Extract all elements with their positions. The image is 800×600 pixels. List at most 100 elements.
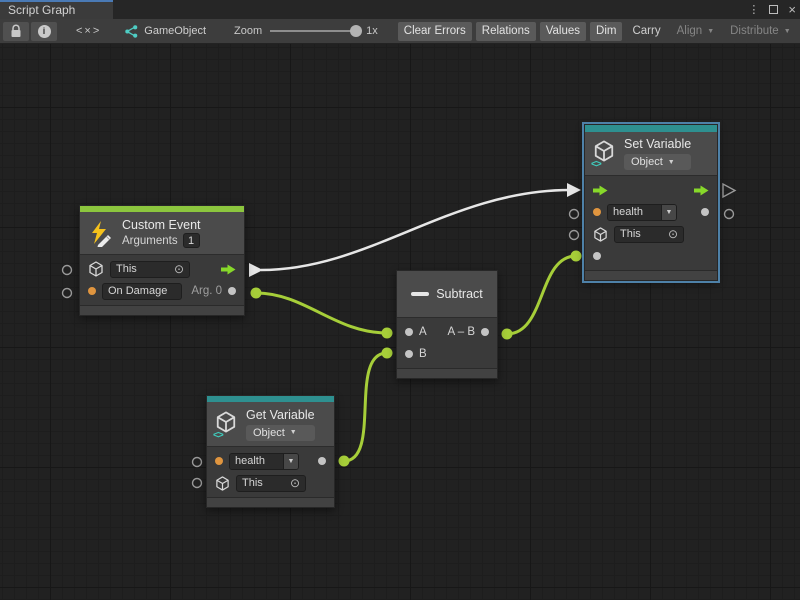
event-name-field[interactable]: On Damage [102,283,182,300]
scope-value: Object [631,156,663,168]
node-footer [207,497,334,507]
port-row-a: A A – B [397,321,497,343]
clear-errors-button[interactable]: Clear Errors [398,22,472,41]
distribute-label: Distribute [730,25,779,37]
gameobject-label: GameObject [144,25,206,37]
zoom-slider-knob[interactable] [350,25,362,37]
graph-toolbar: i <×> GameObject Zoom 1x Clear Errors Re… [0,19,800,44]
target-object-field[interactable]: This ⊙ [110,261,190,278]
chevron-down-icon: ▼ [283,454,298,469]
port-row-target: This ⊙ [585,223,717,245]
input-a-dot[interactable] [405,328,413,336]
subtract-icon [411,292,429,296]
event-name-value: On Damage [108,285,167,297]
arg0-port-label: Arg. 0 [191,285,222,297]
node-header[interactable]: Custom Event Arguments 1 [80,212,244,254]
variable-scope-dropdown[interactable]: Object ▼ [246,425,315,441]
zoom-label: Zoom [234,25,262,37]
custom-event-icon [88,220,115,247]
zoom-value: 1x [366,25,378,37]
node-footer [80,305,244,315]
arg0-output-dot[interactable] [228,287,236,295]
node-title: Set Variable [624,137,691,151]
input-b-label: B [419,348,427,360]
input-a-label: A [419,326,427,338]
align-label: Align [677,25,703,37]
port-row-flow [585,179,717,201]
lock-icon [10,24,22,38]
node-title: Subtract [436,287,483,301]
chevron-down-icon: ▼ [784,28,791,35]
value-output-dot[interactable] [701,208,709,216]
node-header[interactable]: <> Set Variable Object ▼ [585,132,717,175]
lock-button[interactable] [3,22,29,41]
object-picker-icon[interactable]: ⊙ [174,264,184,274]
node-header[interactable]: Subtract [397,271,497,317]
target-value: This [620,228,641,240]
target-value: This [116,263,137,275]
inspect-button[interactable]: i [31,22,57,41]
variable-scope-dropdown[interactable]: Object ▼ [624,154,691,170]
port-row-name: health ▼ [207,450,334,472]
variable-name-dropdown[interactable]: health ▼ [607,204,677,221]
gameobject-icon [125,25,138,38]
tab-script-graph[interactable]: Script Graph [0,0,113,19]
zoom-control: Zoom 1x [234,25,378,37]
node-title: Custom Event [122,218,201,232]
value-input-dot[interactable] [593,252,601,260]
close-icon[interactable]: × [788,5,796,15]
output-label: A – B [448,326,476,338]
node-title: Get Variable [246,408,315,422]
node-set-variable[interactable]: <> Set Variable Object ▼ health ▼ [584,124,718,281]
align-dropdown[interactable]: Align ▼ [671,22,721,41]
maximize-icon[interactable] [769,5,778,14]
graph-owner[interactable]: GameObject [125,25,206,38]
node-header[interactable]: <> Get Variable Object ▼ [207,402,334,446]
value-output-dot[interactable] [318,457,326,465]
variable-cube-icon: <> [215,411,239,438]
chevron-down-icon: ▼ [707,28,714,35]
info-icon: i [38,25,51,38]
port-row-target: This ⊙ [80,258,244,280]
relations-toggle[interactable]: Relations [476,22,536,41]
output-dot[interactable] [481,328,489,336]
title-bar: Script Graph ⋮ × [0,0,800,19]
scope-value: Object [253,427,285,439]
node-custom-event[interactable]: Custom Event Arguments 1 This ⊙ On Damag [79,205,245,316]
node-footer [397,368,497,378]
dim-toggle[interactable]: Dim [590,22,622,41]
code-preview-button[interactable]: <×> [70,25,107,37]
node-get-variable[interactable]: <> Get Variable Object ▼ health ▼ [206,395,335,508]
flow-output-arrow[interactable] [694,185,709,196]
event-port-dot[interactable] [88,287,96,295]
variable-name-value: health [230,454,283,469]
port-row-b: B [397,343,497,365]
port-row-value-input [585,245,717,267]
flow-input-arrow[interactable] [593,185,608,196]
object-picker-icon[interactable]: ⊙ [668,229,678,239]
name-port-dot[interactable] [215,457,223,465]
carry-toggle[interactable]: Carry [626,22,666,41]
cube-icon [593,227,608,242]
flow-output-arrow[interactable] [221,264,236,275]
node-subtract[interactable]: Subtract A A – B B [396,270,498,379]
variable-name-dropdown[interactable]: health ▼ [229,453,299,470]
script-graph-window: Script Graph ⋮ × i <×> [0,0,800,600]
cube-icon [215,476,230,491]
port-row-name: health ▼ [585,201,717,223]
chevron-down-icon: ▼ [668,159,675,166]
variable-cube-icon: <> [593,140,617,167]
object-picker-icon[interactable]: ⊙ [290,478,300,488]
chevron-down-icon: ▼ [290,429,297,436]
distribute-dropdown[interactable]: Distribute ▼ [724,22,797,41]
window-menu-icon[interactable]: ⋮ [748,3,759,16]
target-object-field[interactable]: This ⊙ [614,226,684,243]
zoom-slider[interactable] [270,30,358,32]
target-value: This [242,477,263,489]
name-port-dot[interactable] [593,208,601,216]
port-row-event: On Damage Arg. 0 [80,280,244,302]
values-toggle[interactable]: Values [540,22,586,41]
input-b-dot[interactable] [405,350,413,358]
arguments-input[interactable]: 1 [183,233,200,248]
target-object-field[interactable]: This ⊙ [236,475,306,492]
